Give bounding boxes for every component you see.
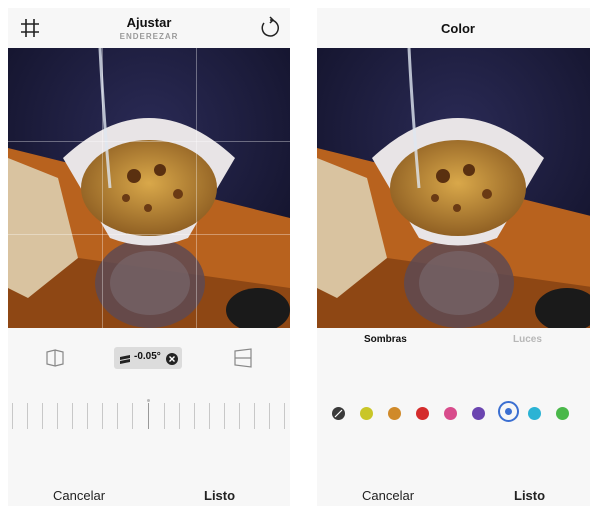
ruler-tick (27, 403, 28, 429)
top-bar: Color (317, 8, 590, 48)
ruler-tick (132, 403, 133, 429)
grid-line (8, 234, 290, 235)
swatch-pink[interactable] (444, 407, 457, 420)
straighten-value: -0.05° (134, 351, 161, 362)
coffee-photo (317, 48, 590, 328)
done-button[interactable]: Listo (204, 488, 235, 503)
coffee-photo (8, 48, 290, 328)
top-bar: Ajustar ENDEREZAR (8, 8, 290, 48)
cancel-button[interactable]: Cancelar (362, 488, 414, 503)
ruler-tick (209, 403, 210, 429)
ruler-tick (194, 403, 195, 429)
page-title: Color (441, 21, 475, 36)
ruler-tick (72, 403, 73, 429)
ruler-tick (239, 403, 240, 429)
grid-line (196, 48, 197, 328)
ruler-tick (164, 403, 165, 429)
ruler-tick (284, 403, 285, 429)
swatch-green[interactable] (556, 407, 569, 420)
ruler-tick (179, 403, 180, 429)
ruler-tick (42, 403, 43, 429)
ruler-tick (117, 403, 118, 429)
adjust-screen: Ajustar ENDEREZAR -0.05° Cancelar Listo (8, 8, 290, 506)
tab-shadows[interactable]: Sombras (364, 334, 407, 345)
ruler-tick (224, 403, 225, 429)
ruler-tick (269, 403, 270, 429)
ruler-tick (102, 403, 103, 429)
page-title: Ajustar (126, 15, 172, 30)
grid-line (102, 48, 103, 328)
color-screen: Color Sombras Luces Cancelar Listo (317, 8, 590, 506)
horizontal-perspective-icon[interactable] (232, 347, 254, 374)
ruler-tick (12, 403, 13, 429)
swatch-red[interactable] (416, 407, 429, 420)
tab-highlights[interactable]: Luces (513, 334, 542, 345)
ruler-center-dot (147, 399, 150, 402)
page-subtitle: ENDEREZAR (119, 32, 179, 41)
photo (317, 48, 590, 328)
cancel-button[interactable]: Cancelar (53, 488, 105, 503)
straighten-value-pill[interactable]: -0.05° (114, 347, 182, 369)
photo (8, 48, 290, 328)
swatch-orange[interactable] (388, 407, 401, 420)
swatch-none[interactable] (332, 407, 345, 420)
swatch-cyan[interactable] (528, 407, 541, 420)
grid-line (8, 141, 290, 142)
swatch-purple[interactable] (472, 407, 485, 420)
ruler-tick (254, 403, 255, 429)
rotate-icon[interactable] (258, 16, 282, 40)
straighten-icon (119, 352, 131, 370)
done-button[interactable]: Listo (514, 488, 545, 503)
swatch-blue[interactable] (498, 401, 519, 422)
straighten-ruler[interactable] (8, 403, 290, 433)
ruler-tick (87, 403, 88, 429)
ruler-tick (57, 403, 58, 429)
ruler-tick-center (148, 403, 149, 429)
clear-icon[interactable] (166, 352, 178, 370)
vertical-perspective-icon[interactable] (44, 347, 66, 374)
swatch-yellow[interactable] (360, 407, 373, 420)
